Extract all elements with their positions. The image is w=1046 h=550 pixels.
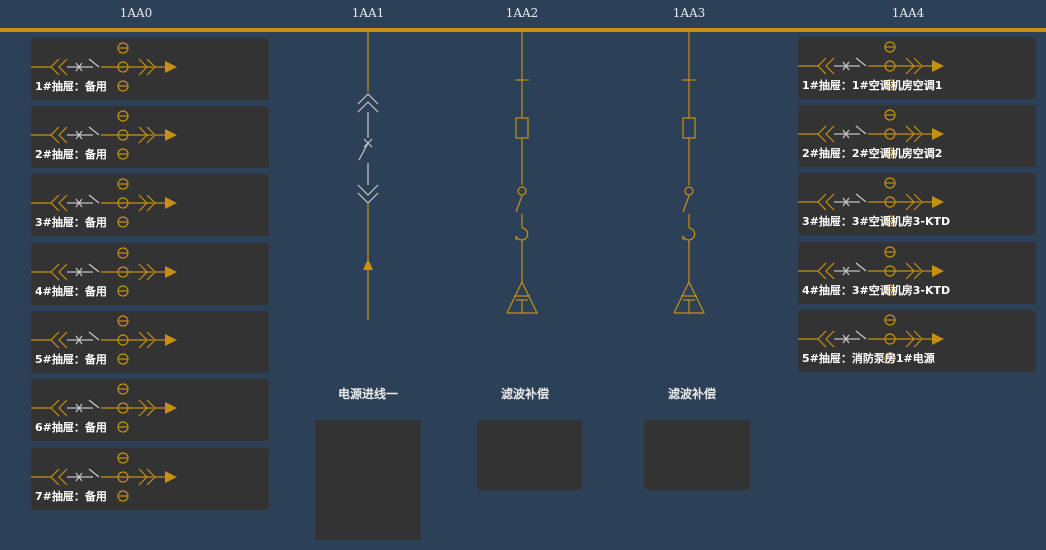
fuse-icon [682, 117, 696, 139]
switch-blade-icon [515, 195, 523, 213]
switch-blade-icon [855, 57, 867, 67]
switch-blade-icon [682, 195, 690, 213]
column-label-1aa2: 1AA2 [505, 6, 539, 20]
contact-circle-icon [684, 186, 694, 196]
incomer-plug-upper-icon [357, 101, 379, 113]
column-label-1aa0: 1AA0 [119, 6, 153, 20]
plug-chevron-icon [50, 399, 60, 417]
filter-compensation-circuit-1 [506, 32, 538, 314]
plug-chevron-icon [825, 193, 835, 211]
right-drawer-5[interactable]: 5#抽屉：消防泵房1#电源 [798, 310, 1036, 372]
left-drawer-3[interactable]: 3#抽屉：备用 [31, 174, 269, 236]
outgoing-arrow-icon [165, 266, 177, 278]
plug-chevron-icon [58, 468, 68, 486]
drawer-label: 2#抽屉：2#空调机房空调2 [802, 147, 943, 160]
thermal-relay-icon [515, 227, 529, 241]
plug-chevron-icon [50, 126, 60, 144]
switch-blade-icon [88, 126, 100, 136]
contact-circle-icon [517, 186, 527, 196]
left-drawer-7[interactable]: 7#抽屉：备用 [31, 448, 269, 510]
plug-chevron-icon [50, 331, 60, 349]
plug-chevron-icon [58, 194, 68, 212]
switch-blade-icon [88, 468, 100, 478]
plug-chevron-icon [825, 330, 835, 348]
incoming-detail-panel[interactable] [315, 420, 421, 540]
switch-blade-icon [855, 193, 867, 203]
switch-blade-icon [855, 125, 867, 135]
outgoing-arrow-icon [165, 334, 177, 346]
switch-blade-icon [88, 194, 100, 204]
column-label-1aa1: 1AA1 [351, 6, 385, 20]
drawer-label: 7#抽屉：备用 [35, 490, 107, 503]
switch-blade-icon [88, 263, 100, 273]
drawer-label: 5#抽屉：消防泵房1#电源 [802, 352, 935, 365]
feeder-single-line-diagram [357, 32, 705, 320]
fuse-icon [515, 117, 529, 139]
plug-chevron-icon [817, 262, 827, 280]
switch-blade-icon [855, 262, 867, 272]
plug-chevron-icon [825, 57, 835, 75]
incoming-arrow-icon [363, 259, 373, 270]
outgoing-arrow-icon [165, 129, 177, 141]
drawer-label: 4#抽屉：3#空调机房3-KTD [802, 284, 951, 297]
plug-chevron-icon [825, 262, 835, 280]
drawer-label: 3#抽屉：3#空调机房3-KTD [802, 215, 951, 228]
plug-chevron-icon [50, 263, 60, 281]
breaker-blade-icon [358, 142, 369, 161]
left-drawer-6[interactable]: 6#抽屉：备用 [31, 379, 269, 441]
outgoing-arrow-icon [932, 333, 944, 345]
left-drawer-5[interactable]: 5#抽屉：备用 [31, 311, 269, 373]
right-drawer-1[interactable]: 1#抽屉：1#空调机房空调1 [798, 37, 1036, 99]
column-label-1aa4: 1AA4 [891, 6, 925, 20]
plug-chevron-icon [817, 193, 827, 211]
drawer-label: 1#抽屉：1#空调机房空调1 [802, 79, 943, 92]
outgoing-arrow-icon [165, 471, 177, 483]
plug-chevron-icon [58, 263, 68, 281]
plug-chevron-icon [58, 331, 68, 349]
outgoing-arrow-icon [165, 402, 177, 414]
incomer-plug-lower-icon [357, 184, 379, 196]
outgoing-arrow-icon [165, 197, 177, 209]
outgoing-arrow-icon [932, 60, 944, 72]
left-drawer-1[interactable]: 1#抽屉：备用 [31, 38, 269, 100]
plug-chevron-icon [50, 58, 60, 76]
right-drawer-4[interactable]: 4#抽屉：3#空调机房3-KTD [798, 242, 1036, 304]
drawer-label: 2#抽屉：备用 [35, 148, 107, 161]
drawer-label: 3#抽屉：备用 [35, 216, 107, 229]
left-drawer-4[interactable]: 4#抽屉：备用 [31, 243, 269, 305]
plug-chevron-icon [50, 194, 60, 212]
plug-chevron-icon [58, 58, 68, 76]
right-drawer-3[interactable]: 3#抽屉：3#空调机房3-KTD [798, 173, 1036, 235]
plug-chevron-icon [825, 125, 835, 143]
outgoing-arrow-icon [165, 61, 177, 73]
right-drawer-2[interactable]: 2#抽屉：2#空调机房空调2 [798, 105, 1036, 167]
switch-blade-icon [88, 399, 100, 409]
filter-2-detail-panel[interactable] [644, 420, 750, 490]
drawer-label: 5#抽屉：备用 [35, 353, 107, 366]
plug-chevron-icon [817, 125, 827, 143]
plug-chevron-icon [58, 399, 68, 417]
plug-chevron-icon [817, 330, 827, 348]
feeder-name-filter-1: 滤波补偿 [500, 387, 550, 401]
thermal-relay-icon [682, 227, 696, 241]
filter-compensation-circuit-2 [673, 32, 705, 314]
column-label-1aa3: 1AA3 [672, 6, 706, 20]
filter-1-detail-panel[interactable] [477, 420, 582, 490]
incoming-line-circuit [357, 32, 379, 320]
switch-blade-icon [855, 330, 867, 340]
plug-chevron-icon [58, 126, 68, 144]
plug-chevron-icon [50, 468, 60, 486]
switch-blade-icon [88, 58, 100, 68]
outgoing-arrow-icon [932, 265, 944, 277]
outgoing-arrow-icon [932, 196, 944, 208]
drawer-label: 1#抽屉：备用 [35, 80, 107, 93]
left-drawer-2[interactable]: 2#抽屉：备用 [31, 106, 269, 168]
feeder-name-filter-2: 滤波补偿 [667, 387, 717, 401]
drawer-label: 6#抽屉：备用 [35, 421, 107, 434]
outgoing-arrow-icon [932, 128, 944, 140]
feeder-name-incoming: 电源进线一 [337, 387, 399, 401]
drawer-label: 4#抽屉：备用 [35, 285, 107, 298]
switch-blade-icon [88, 331, 100, 341]
plug-chevron-icon [817, 57, 827, 75]
